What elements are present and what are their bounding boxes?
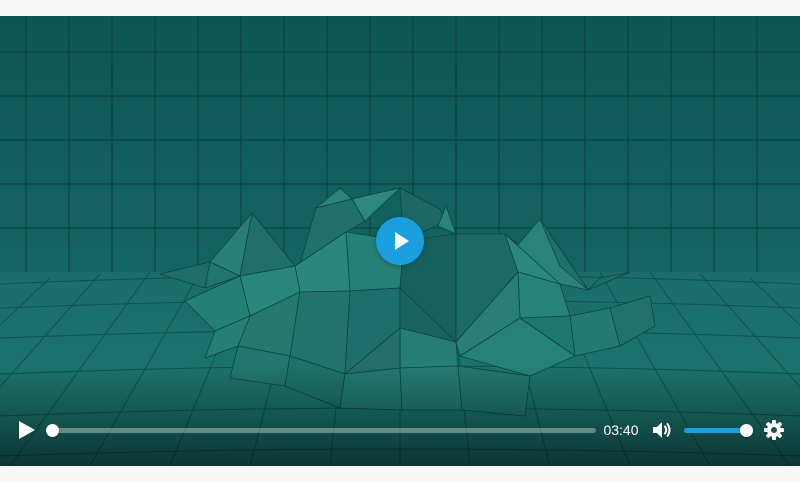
current-time: 03:40 bbox=[603, 422, 639, 438]
play-button[interactable] bbox=[14, 418, 38, 442]
video-player[interactable]: 03:40 bbox=[0, 16, 800, 466]
play-icon bbox=[19, 421, 35, 439]
control-bar: 03:40 bbox=[0, 406, 800, 466]
volume-slider[interactable] bbox=[684, 424, 753, 437]
seek-track bbox=[52, 428, 596, 433]
settings-button[interactable] bbox=[762, 418, 786, 442]
seek-slider[interactable] bbox=[46, 424, 596, 437]
gear-icon bbox=[764, 420, 784, 440]
volume-fill bbox=[684, 428, 746, 433]
seek-handle[interactable] bbox=[46, 424, 59, 437]
volume-handle[interactable] bbox=[740, 424, 753, 437]
big-play-button[interactable] bbox=[376, 217, 424, 265]
mute-button[interactable] bbox=[650, 418, 674, 442]
page: 03:40 bbox=[0, 0, 800, 482]
volume-icon bbox=[653, 422, 671, 438]
play-icon bbox=[395, 232, 409, 250]
